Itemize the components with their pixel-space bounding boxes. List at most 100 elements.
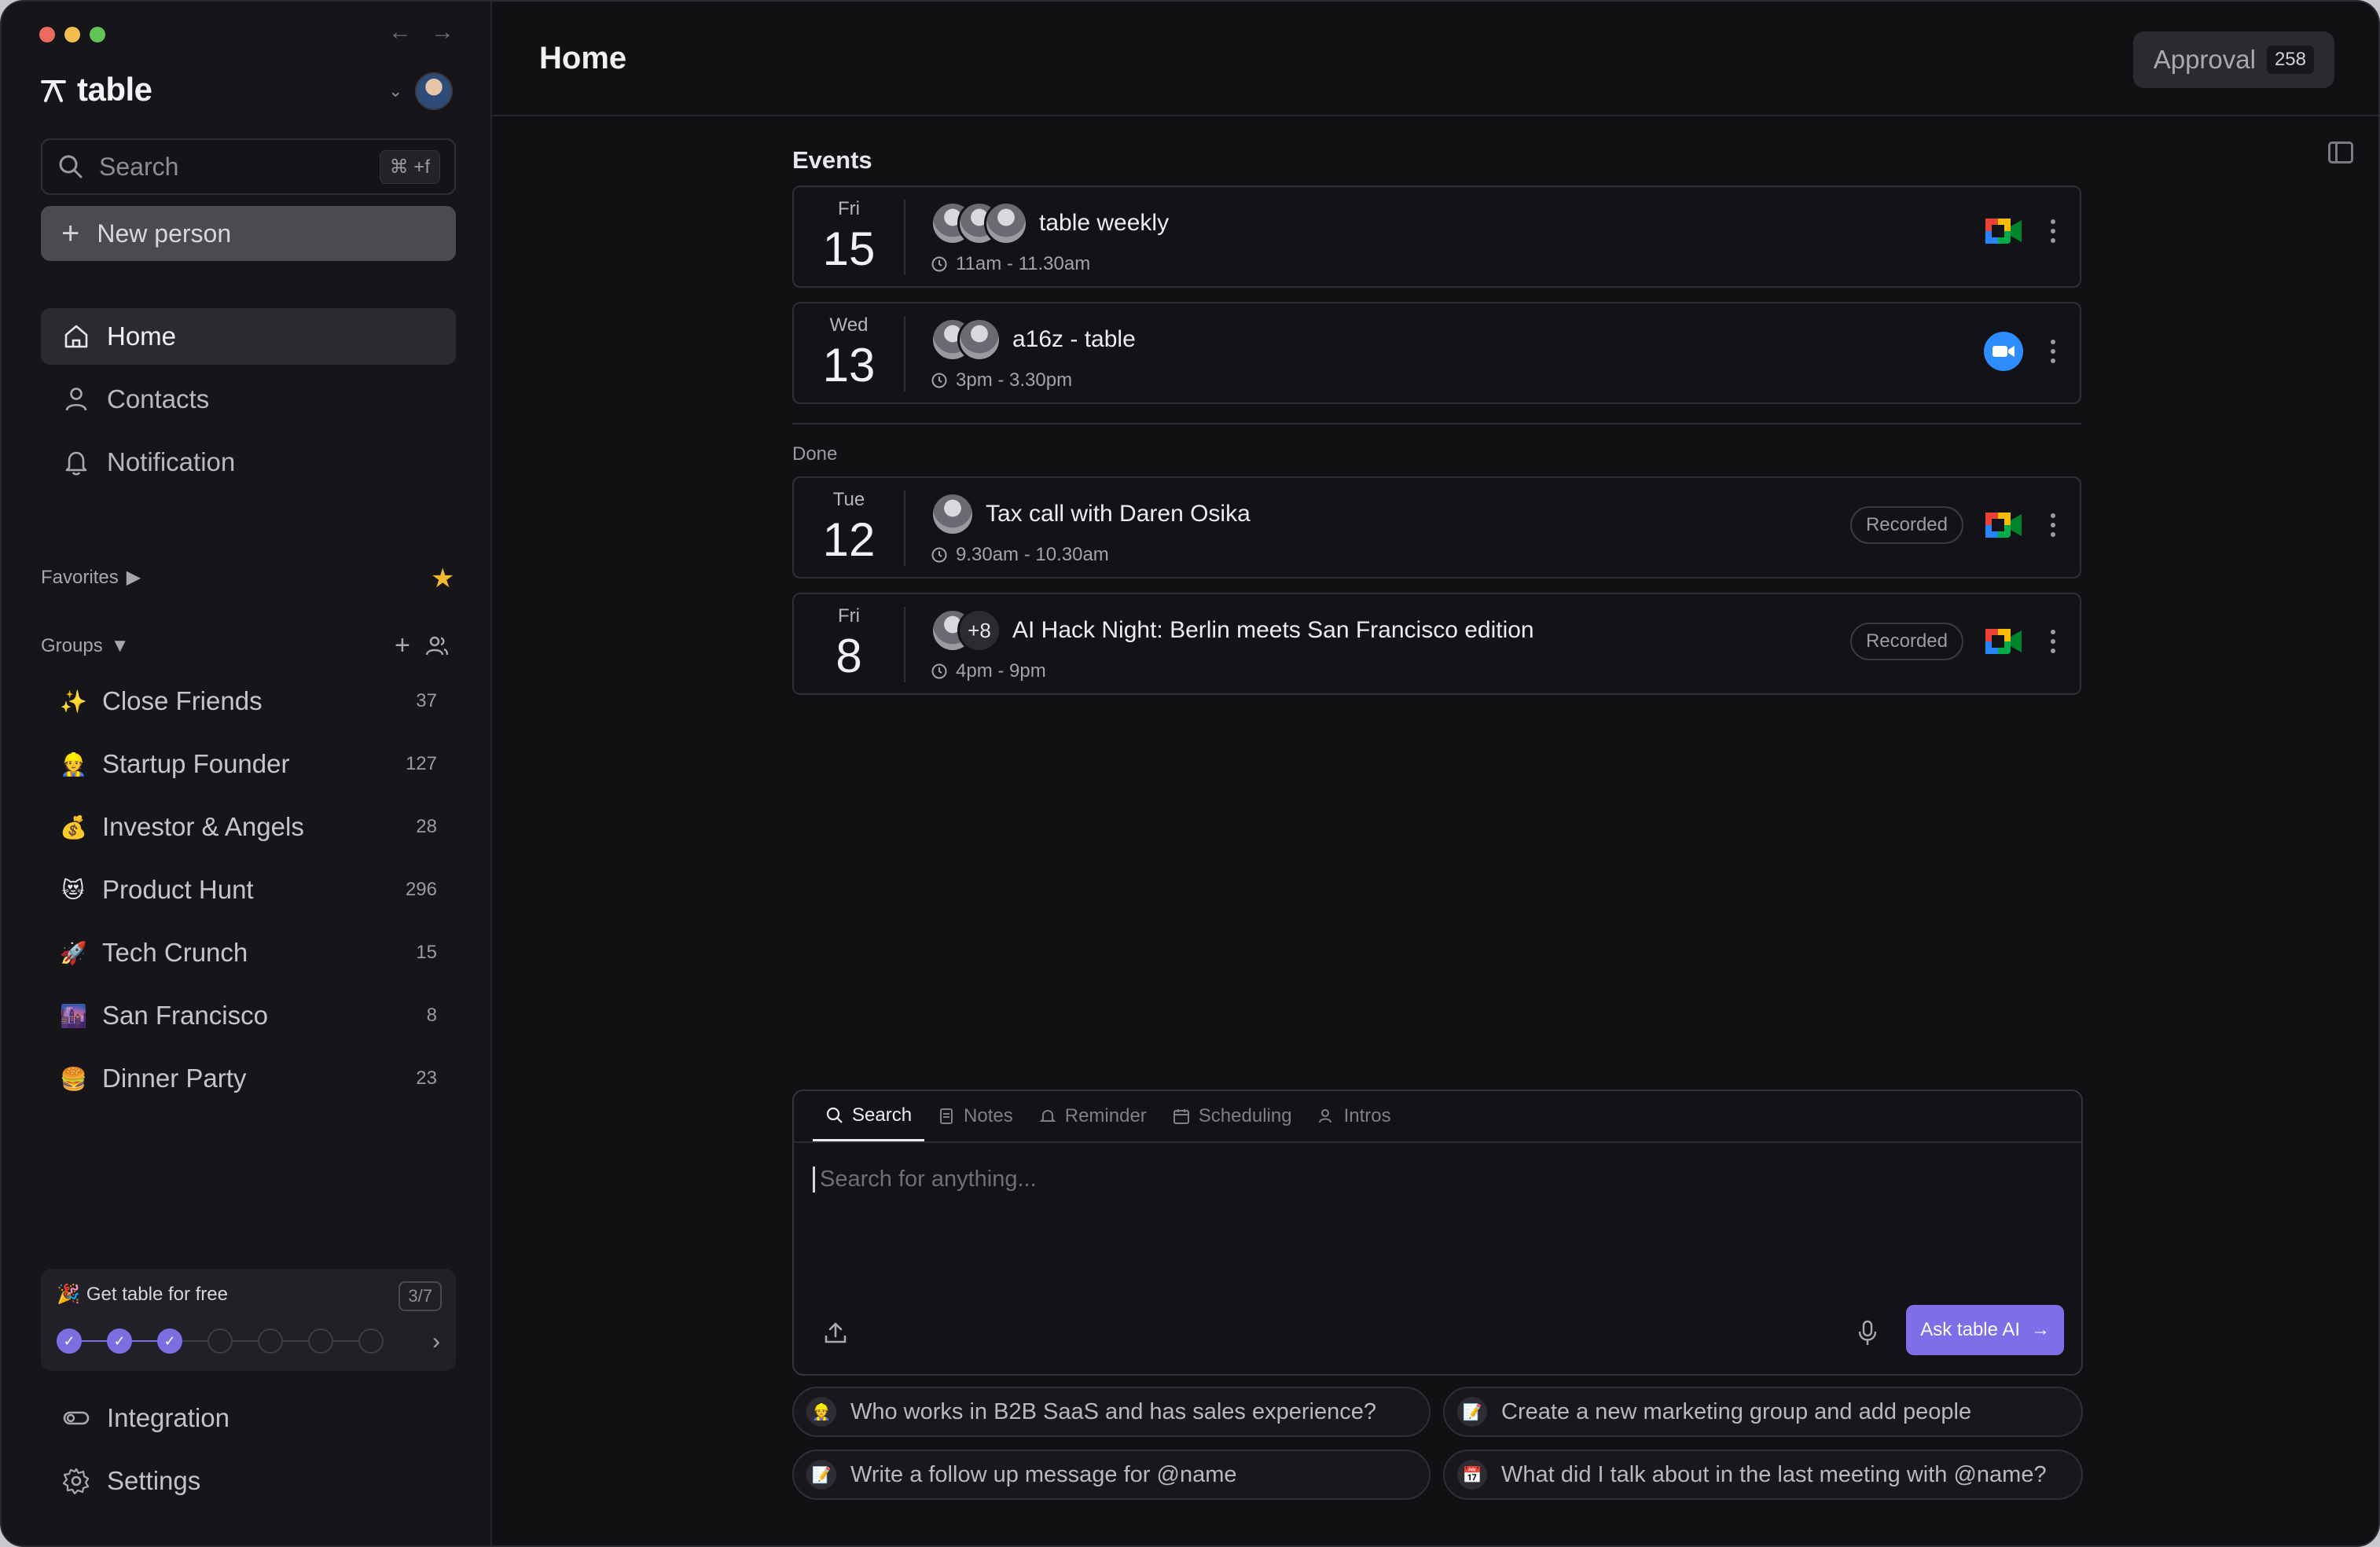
tab-scheduling[interactable]: Scheduling: [1159, 1091, 1305, 1141]
suggestion-chip[interactable]: 📝 Create a new marketing group and add p…: [1443, 1387, 2083, 1437]
nav-item-integration[interactable]: Integration: [41, 1390, 456, 1446]
nav-item-home[interactable]: Home: [41, 308, 456, 365]
search-icon: [826, 1107, 843, 1123]
suggestion-chip[interactable]: 📝 Write a follow up message for @name: [792, 1450, 1431, 1500]
more-options-icon[interactable]: [2044, 513, 2062, 537]
main-nav: Home Contacts Notification: [41, 308, 456, 497]
event-date: Fri 15: [794, 187, 904, 286]
event-title: AI Hack Night: Berlin meets San Francisc…: [1012, 617, 1534, 643]
google-meet-icon[interactable]: [1984, 215, 2023, 247]
promo-steps: ✓ ✓ ✓: [57, 1328, 384, 1354]
more-options-icon[interactable]: [2044, 219, 2062, 243]
suggestion-chip[interactable]: 👷 Who works in B2B SaaS and has sales ex…: [792, 1387, 1431, 1437]
event-time: 9.30am - 10.30am: [931, 544, 1251, 566]
group-name: Product Hunt: [102, 875, 254, 904]
more-options-icon[interactable]: [2044, 630, 2062, 653]
tab-reminder[interactable]: Reminder: [1026, 1091, 1159, 1141]
more-attendees-badge: +8: [957, 608, 1001, 652]
groups-toggle[interactable]: Groups ▼: [41, 635, 129, 657]
zoom-icon[interactable]: [1984, 332, 2023, 371]
nav-item-notification[interactable]: Notification: [41, 434, 456, 491]
more-options-icon[interactable]: [2044, 340, 2062, 363]
top-bar: Home Approval 258: [492, 2, 2378, 116]
ai-composer: Search Notes Reminder Scheduling Intros: [792, 1090, 2083, 1376]
nav-item-label: Home: [107, 322, 177, 351]
event-card[interactable]: Wed 13 a16z - table 3pm - 3.30pm: [792, 302, 2081, 404]
google-meet-icon[interactable]: [1984, 626, 2023, 657]
group-item[interactable]: 🍔 Dinner Party 23: [41, 1050, 456, 1107]
onboarding-promo[interactable]: 🎉 Get table for free 3/7 ✓ ✓ ✓ ›: [41, 1269, 456, 1371]
date-divider: [904, 491, 905, 566]
suggestion-emoji: 📅: [1457, 1460, 1487, 1490]
group-item[interactable]: 🌆 San Francisco 8: [41, 987, 456, 1044]
event-day: 15: [822, 222, 876, 275]
event-details: table weekly 11am - 11.30am: [931, 201, 1169, 275]
star-icon[interactable]: ★: [431, 563, 454, 594]
group-item[interactable]: 👷 Startup Founder 127: [41, 736, 456, 792]
new-person-button[interactable]: + New person: [41, 206, 456, 261]
user-avatar[interactable]: [415, 72, 454, 110]
favorites-label: Favorites: [41, 566, 119, 588]
nav-item-label: Contacts: [107, 384, 210, 413]
group-item[interactable]: 🚀 Tech Crunch 15: [41, 924, 456, 981]
suggestion-emoji: 📝: [1457, 1397, 1487, 1427]
event-actions: [1984, 332, 2062, 371]
tab-intros[interactable]: Intros: [1305, 1091, 1404, 1141]
microphone-icon[interactable]: [1855, 1319, 1880, 1347]
event-card[interactable]: Fri 15 table weekly 11am - 11.30am: [792, 186, 2081, 288]
chevron-right-icon[interactable]: ›: [432, 1328, 440, 1355]
favorites-toggle[interactable]: Favorites ▶: [41, 566, 141, 589]
search-placeholder: Search: [99, 152, 179, 181]
suggestion-text: Create a new marketing group and add peo…: [1501, 1398, 1972, 1424]
group-item[interactable]: 💰 Investor & Angels 28: [41, 799, 456, 855]
upload-icon[interactable]: [822, 1319, 849, 1346]
back-arrow-icon[interactable]: ←: [388, 19, 412, 46]
nav-item-settings[interactable]: Settings: [41, 1453, 456, 1509]
event-date: Wed 13: [794, 303, 904, 402]
suggestion-chip[interactable]: 📅 What did I talk about in the last meet…: [1443, 1450, 2083, 1500]
section-divider: [792, 423, 2081, 424]
group-item[interactable]: 😻 Product Hunt 296: [41, 862, 456, 918]
history-nav: ← →: [388, 19, 454, 46]
window-controls: [39, 27, 105, 42]
group-emoji: 🌆: [60, 1003, 87, 1028]
group-emoji: 💰: [60, 814, 87, 840]
people-icon[interactable]: [424, 634, 450, 659]
nav-item-contacts[interactable]: Contacts: [41, 371, 456, 428]
approval-button[interactable]: Approval 258: [2132, 31, 2334, 88]
chevron-down-icon: ⌄: [388, 81, 403, 101]
event-time-text: 4pm - 9pm: [956, 660, 1046, 682]
group-name: Close Friends: [102, 686, 263, 715]
event-card[interactable]: Fri 8 +8 AI Hack Night: Berlin meets San…: [792, 593, 2081, 695]
tab-label: Reminder: [1064, 1105, 1147, 1126]
tab-search[interactable]: Search: [813, 1091, 925, 1141]
groups-label: Groups: [41, 635, 103, 656]
close-window-button[interactable]: [39, 27, 55, 42]
step-complete-icon: ✓: [157, 1328, 182, 1354]
attendee-avatars: +8: [931, 608, 1001, 652]
composer-input[interactable]: Search for anything...: [813, 1167, 1037, 1192]
minimize-window-button[interactable]: [64, 27, 80, 42]
tab-notes[interactable]: Notes: [924, 1091, 1026, 1141]
group-item[interactable]: ✨ Close Friends 37: [41, 673, 456, 729]
arrow-right-icon: →: [2031, 1319, 2050, 1340]
suggestion-emoji: 👷: [806, 1397, 836, 1427]
forward-arrow-icon[interactable]: →: [431, 19, 454, 46]
add-group-icon[interactable]: +: [395, 630, 410, 661]
ask-ai-button[interactable]: Ask table AI →: [1906, 1305, 2064, 1355]
group-count: 8: [426, 1005, 437, 1026]
event-card[interactable]: Tue 12 Tax call with Daren Osika 9.30am …: [792, 476, 2081, 579]
step-complete-icon: ✓: [57, 1328, 82, 1354]
party-icon: 🎉: [57, 1284, 80, 1305]
sidebar-panel-icon[interactable]: [2328, 141, 2353, 164]
search-icon: [59, 155, 83, 178]
sidebar-search[interactable]: Search ⌘ +f: [41, 138, 456, 195]
google-meet-icon[interactable]: [1984, 509, 2023, 541]
group-count: 296: [405, 879, 437, 900]
step-connector: [132, 1340, 157, 1342]
group-name: Dinner Party: [102, 1064, 247, 1093]
maximize-window-button[interactable]: [90, 27, 105, 42]
account-switcher[interactable]: ⌄: [388, 72, 454, 110]
event-day: 8: [836, 630, 862, 682]
person-icon: [65, 388, 87, 411]
